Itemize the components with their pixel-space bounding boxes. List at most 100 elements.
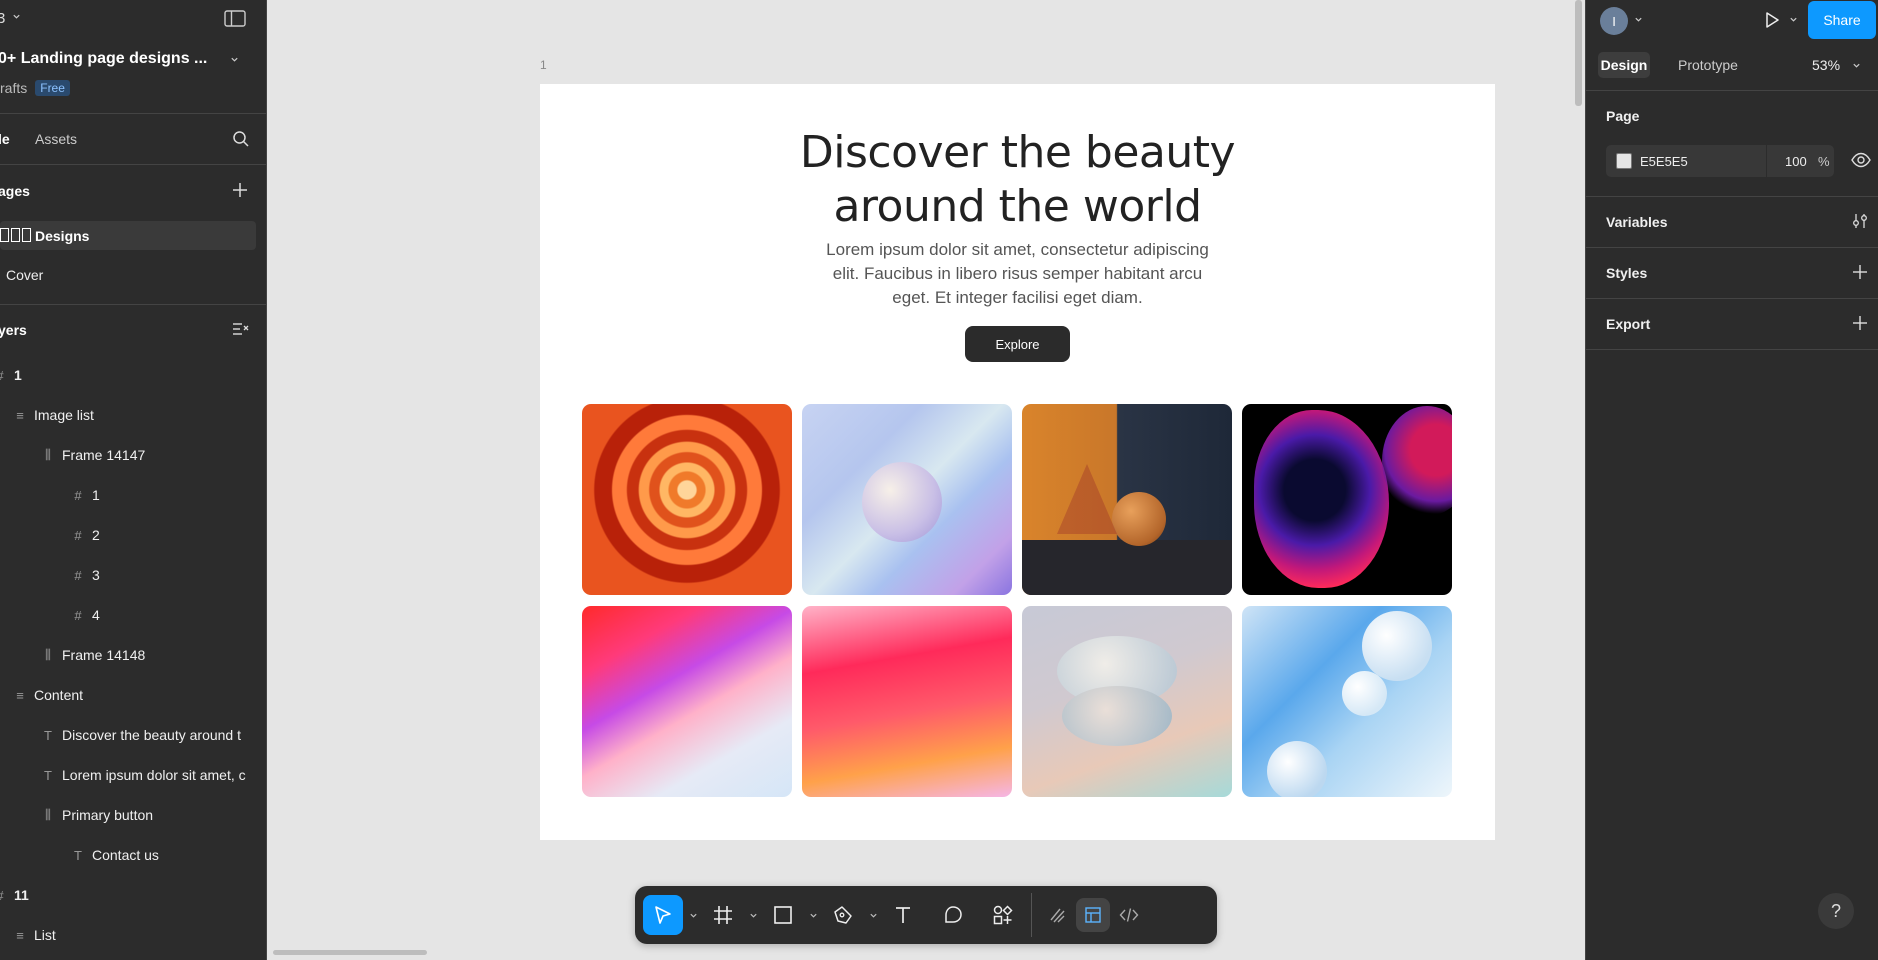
file-name[interactable]: 0+ Landing page designs ... xyxy=(0,50,207,68)
page-label: Cover xyxy=(6,267,44,283)
landing-frame[interactable]: Discover the beauty around the world Lor… xyxy=(540,84,1495,840)
page-color-field[interactable]: E5E5E5 100 % xyxy=(1606,145,1834,177)
layer-label: List xyxy=(34,927,56,943)
chevron-down-icon[interactable] xyxy=(230,55,239,64)
chevron-down-icon[interactable] xyxy=(683,911,703,920)
chevron-down-icon[interactable] xyxy=(1789,15,1798,24)
layer-row[interactable]: ⫼ Frame 14147 xyxy=(0,443,266,467)
zoom-dropdown[interactable]: 53% xyxy=(1812,52,1861,78)
chevron-down-icon[interactable] xyxy=(12,12,21,21)
frame-layer-icon: # xyxy=(74,607,82,623)
layer-row[interactable]: ⫼ Primary button xyxy=(0,803,266,827)
main-menu-button[interactable]: 3 xyxy=(0,10,5,27)
chevron-down-icon[interactable] xyxy=(803,911,823,920)
layer-row[interactable]: ≡ Content xyxy=(0,683,266,707)
variables-icon[interactable] xyxy=(1852,213,1868,229)
search-icon[interactable] xyxy=(232,130,250,148)
sphere-shape xyxy=(862,462,942,542)
chevron-down-icon[interactable] xyxy=(743,911,763,920)
color-swatch[interactable] xyxy=(1616,153,1632,169)
layer-row[interactable]: T Lorem ipsum dolor sit amet, c xyxy=(0,763,266,787)
layer-row[interactable]: #2 xyxy=(0,523,266,547)
page-color-hex[interactable]: E5E5E5 xyxy=(1640,154,1688,169)
plan-badge: Free xyxy=(35,80,70,96)
divider xyxy=(1586,349,1878,350)
vertical-scrollbar[interactable] xyxy=(1575,0,1582,106)
styles-section-title: Styles xyxy=(1606,265,1648,281)
layer-row[interactable]: T Contact us xyxy=(0,843,266,867)
frame-tool-button[interactable] xyxy=(703,895,743,935)
toolbar-separator xyxy=(1031,893,1032,937)
file-name-row[interactable]: 0+ Landing page designs ... xyxy=(0,48,266,70)
text-tool-button[interactable] xyxy=(883,895,923,935)
tab-prototype[interactable]: Prototype xyxy=(1678,52,1738,78)
hero-body[interactable]: Lorem ipsum dolor sit amet, consectetur … xyxy=(810,238,1225,310)
play-icon[interactable] xyxy=(1762,10,1782,30)
layer-row[interactable]: #1 xyxy=(0,483,266,507)
layer-row[interactable]: ≡ List xyxy=(0,923,266,947)
image-tile-stacked-discs[interactable] xyxy=(1022,606,1232,797)
bubble-shape xyxy=(1362,611,1432,681)
image-tile-pink-gradient[interactable] xyxy=(582,606,792,797)
sidebar-toggle-icon[interactable] xyxy=(224,10,246,27)
actions-tool-button[interactable] xyxy=(983,895,1023,935)
text-layer-icon: T xyxy=(44,767,52,783)
variables-section: Variables xyxy=(1586,212,1878,232)
page-label: Designs xyxy=(35,228,90,244)
add-page-icon[interactable] xyxy=(232,182,248,198)
layer-row[interactable]: ≡ Image list xyxy=(0,403,266,427)
layer-label: Lorem ipsum dolor sit amet, c xyxy=(62,767,246,783)
frame-label[interactable]: 1 xyxy=(540,58,547,72)
canvas[interactable]: 1 Discover the beauty around the world L… xyxy=(267,0,1585,960)
layer-row[interactable]: #3 xyxy=(0,563,266,587)
add-style-icon[interactable] xyxy=(1853,265,1867,279)
collapse-layers-icon[interactable] xyxy=(232,322,249,336)
eye-icon[interactable] xyxy=(1851,152,1871,168)
layer-row[interactable]: #11 xyxy=(0,883,266,907)
design-mode-button[interactable] xyxy=(1076,898,1110,932)
comment-tool-button[interactable] xyxy=(933,895,973,935)
export-section-title: Export xyxy=(1606,316,1651,332)
image-tile-red-gradient[interactable] xyxy=(802,606,1012,797)
tab-design[interactable]: Design xyxy=(1598,52,1650,78)
pen-tool-button[interactable] xyxy=(823,895,863,935)
add-export-icon[interactable] xyxy=(1853,316,1867,330)
layer-row[interactable]: ⫼ Frame 14148 xyxy=(0,643,266,667)
variables-section-title: Variables xyxy=(1606,214,1668,230)
dev-mode-button[interactable] xyxy=(1112,898,1146,932)
left-tabs: le Assets xyxy=(0,128,266,150)
image-tile-still-life[interactable] xyxy=(1022,404,1232,595)
divider xyxy=(0,113,266,114)
layer-label: 1 xyxy=(92,487,100,503)
layer-row[interactable]: T Discover the beauty around t xyxy=(0,723,266,747)
percent-label: % xyxy=(1818,153,1830,169)
blob-shape xyxy=(1382,406,1452,516)
tab-file[interactable]: le xyxy=(0,131,10,147)
page-opacity-value[interactable]: 100 xyxy=(1785,154,1807,169)
layer-label: Contact us xyxy=(92,847,159,863)
page-item-cover[interactable]: Cover xyxy=(0,264,266,286)
move-tool-button[interactable] xyxy=(643,895,683,935)
share-button[interactable]: Share xyxy=(1808,1,1876,39)
image-tile-blue-bubbles[interactable] xyxy=(1242,606,1452,797)
image-tile-orange-swirl[interactable] xyxy=(582,404,792,595)
help-button[interactable]: ? xyxy=(1818,893,1854,929)
draw-mode-button[interactable] xyxy=(1040,898,1074,932)
frame-icon xyxy=(714,906,732,924)
image-tile-neon-blob[interactable] xyxy=(1242,404,1452,595)
chevron-down-icon[interactable] xyxy=(863,911,883,920)
chevron-down-icon[interactable] xyxy=(1634,15,1643,24)
image-tile-pastel-sphere[interactable] xyxy=(802,404,1012,595)
file-location[interactable]: rafts xyxy=(0,80,27,96)
tab-assets[interactable]: Assets xyxy=(35,131,77,147)
avatar[interactable]: I xyxy=(1600,7,1628,35)
page-item-designs[interactable]: Designs xyxy=(0,224,266,248)
layers-header: yers xyxy=(0,319,266,341)
layer-row[interactable]: #1 xyxy=(0,363,266,387)
hero-title[interactable]: Discover the beauty around the world xyxy=(540,126,1495,234)
layer-row[interactable]: #4 xyxy=(0,603,266,627)
explore-button[interactable]: Explore xyxy=(965,326,1070,362)
horizontal-scrollbar[interactable] xyxy=(273,950,427,955)
shape-tool-button[interactable] xyxy=(763,895,803,935)
layer-label: 4 xyxy=(92,607,100,623)
